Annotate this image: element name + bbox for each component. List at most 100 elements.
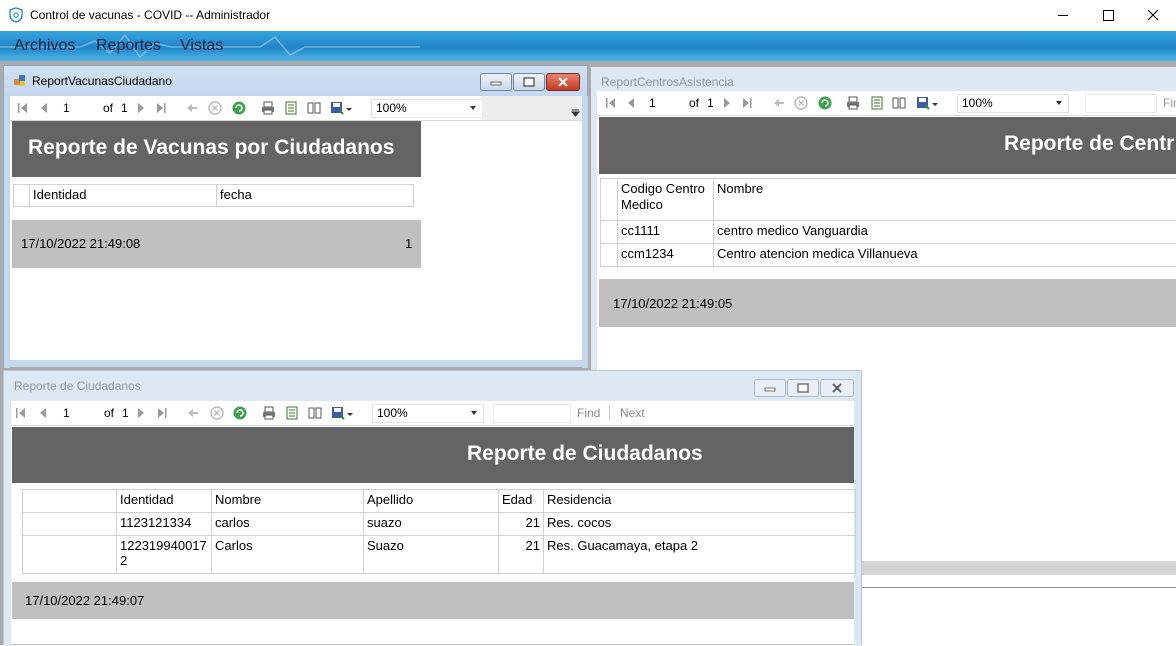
total-pages: 1 <box>707 96 714 110</box>
close-icon <box>832 383 842 393</box>
refresh-icon[interactable] <box>817 95 833 111</box>
menu-archivos[interactable]: Archivos <box>14 37 75 55</box>
next-page-icon[interactable] <box>719 95 735 111</box>
window-report-ciudadanos: Reporte de Ciudadanos 1 of 1 100% Find N… <box>3 370 862 646</box>
zoom-value: 100% <box>962 96 993 110</box>
page-setup-icon[interactable] <box>307 405 323 421</box>
export-dropdown-icon[interactable] <box>346 405 354 421</box>
toolbar-overflow <box>482 96 582 120</box>
row-handle <box>14 185 30 207</box>
export-icon[interactable] <box>330 405 346 421</box>
window-caption: ReportVacunasCiudadano <box>4 66 587 96</box>
page-setup-icon[interactable] <box>891 95 907 111</box>
next-page-icon[interactable] <box>133 405 149 421</box>
zoom-select[interactable]: 100% <box>957 94 1069 113</box>
first-page-icon[interactable] <box>603 95 619 111</box>
table-cell: 21 <box>499 513 544 536</box>
back-icon[interactable] <box>184 100 200 116</box>
export-dropdown-icon[interactable] <box>345 100 353 116</box>
find-label[interactable]: Fir <box>1163 96 1176 110</box>
print-layout-icon[interactable] <box>284 405 300 421</box>
zoom-select[interactable]: 100% <box>371 99 483 118</box>
prev-page-icon[interactable] <box>36 100 52 116</box>
print-icon[interactable] <box>845 95 861 111</box>
report-timestamp: 17/10/2022 21:49:08 <box>21 236 141 251</box>
column-header: Nombre <box>714 179 1176 221</box>
print-icon[interactable] <box>261 405 277 421</box>
stop-icon[interactable] <box>793 95 809 111</box>
window-border-left <box>4 96 10 368</box>
close-icon <box>558 77 568 87</box>
report-footer: 17/10/2022 21:49:07 <box>12 582 854 619</box>
last-page-icon[interactable] <box>153 100 169 116</box>
report-toolbar: 1 of 1 100% Find Next <box>11 401 854 426</box>
stop-icon[interactable] <box>207 100 223 116</box>
next-button[interactable]: Next <box>620 406 645 420</box>
window-restore-button[interactable] <box>787 379 819 397</box>
last-page-icon[interactable] <box>739 95 755 111</box>
window-close-button[interactable] <box>820 379 854 397</box>
overflow-chevron-icon[interactable] <box>571 108 580 117</box>
window-restore-button[interactable] <box>513 73 545 91</box>
table-cell: suazo <box>364 513 499 536</box>
table-cell: Suazo <box>364 536 499 574</box>
column-header: Edad <box>499 490 544 513</box>
horizontal-scrollbar[interactable] <box>861 561 1176 575</box>
window-close-button[interactable] <box>546 73 580 91</box>
find-input[interactable] <box>1085 94 1157 113</box>
first-page-icon[interactable] <box>15 100 31 116</box>
column-header: Identidad <box>117 490 212 513</box>
find-button[interactable]: Find <box>577 406 600 420</box>
menu-reportes[interactable]: Reportes <box>96 37 161 55</box>
ciudadanos-table: Identidad Nombre Apellido Edad Residenci… <box>22 489 856 574</box>
page-input[interactable]: 1 <box>63 101 70 115</box>
find-input[interactable] <box>493 404 571 423</box>
report-header: Reporte de Ciudadanos <box>12 427 854 483</box>
table-cell: Carlos <box>212 536 364 574</box>
page-setup-icon[interactable] <box>306 100 322 116</box>
back-icon[interactable] <box>771 95 787 111</box>
app-title: Control de vacunas - COVID -- Administra… <box>30 8 271 22</box>
prev-page-icon[interactable] <box>35 405 51 421</box>
chevron-down-icon <box>470 106 476 110</box>
refresh-icon[interactable] <box>231 100 247 116</box>
row-handle <box>601 179 618 221</box>
close-button[interactable] <box>1130 0 1176 31</box>
window-title: ReportVacunasCiudadano <box>32 74 172 88</box>
report-header: Reporte de Centr <box>599 117 1176 174</box>
table-cell: 1123121334 <box>117 513 212 536</box>
of-label: of <box>104 406 115 420</box>
report-toolbar: 1 of 1 100% <box>10 96 582 121</box>
print-icon[interactable] <box>260 100 276 116</box>
table-cell: carlos <box>212 513 364 536</box>
prev-page-icon[interactable] <box>623 95 639 111</box>
window-minimize-button[interactable] <box>480 73 512 91</box>
stop-icon[interactable] <box>209 405 225 421</box>
table-cell: Res. Guacamaya, etapa 2 <box>544 536 856 574</box>
of-label: of <box>103 101 114 115</box>
menu-vistas[interactable]: Vistas <box>180 37 223 55</box>
export-icon[interactable] <box>329 100 345 116</box>
zoom-value: 100% <box>376 101 407 115</box>
refresh-icon[interactable] <box>232 405 248 421</box>
window-border-right <box>582 96 588 368</box>
total-pages: 1 <box>122 406 129 420</box>
page-input[interactable]: 1 <box>63 406 70 420</box>
window-minimize-button[interactable] <box>754 379 786 397</box>
column-header: Identidad <box>30 185 217 207</box>
print-layout-icon[interactable] <box>869 95 885 111</box>
page-input[interactable]: 1 <box>649 96 656 110</box>
print-layout-icon[interactable] <box>283 100 299 116</box>
report-window-icon <box>14 75 25 86</box>
maximize-button[interactable] <box>1086 0 1132 31</box>
zoom-select[interactable]: 100% <box>372 404 484 423</box>
window-report-vacunas: ReportVacunasCiudadano 1 of 1 100% Repor… <box>3 65 588 368</box>
first-page-icon[interactable] <box>13 405 29 421</box>
export-icon[interactable] <box>915 95 931 111</box>
back-icon[interactable] <box>185 405 201 421</box>
minimize-button[interactable] <box>1040 0 1086 31</box>
report-timestamp: 17/10/2022 21:49:05 <box>613 296 733 311</box>
last-page-icon[interactable] <box>154 405 170 421</box>
export-dropdown-icon[interactable] <box>931 95 939 111</box>
next-page-icon[interactable] <box>133 100 149 116</box>
